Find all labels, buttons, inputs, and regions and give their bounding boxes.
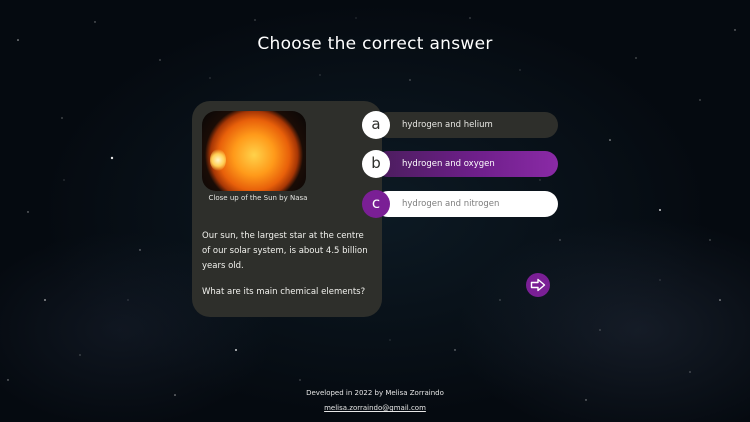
next-button[interactable] — [526, 273, 550, 297]
option-text: hydrogen and oxygen — [402, 159, 495, 169]
footer-credit: Developed in 2022 by Melisa Zorraindo — [306, 389, 444, 397]
option-letter: c — [362, 190, 390, 218]
option-text: hydrogen and nitrogen — [402, 199, 500, 209]
answer-option-c[interactable]: c hydrogen and nitrogen — [362, 190, 558, 218]
sun-image — [202, 111, 306, 191]
question-text: What are its main chemical elements? — [202, 287, 366, 297]
option-letter: b — [362, 150, 390, 178]
answer-option-b[interactable]: b hydrogen and oxygen — [362, 150, 558, 178]
email-link[interactable]: melisa.zorraindo@gmail.com — [324, 404, 426, 412]
option-letter: a — [362, 111, 390, 139]
option-text: hydrogen and helium — [402, 120, 493, 130]
solar-flare — [210, 149, 226, 171]
arrow-right-icon — [530, 278, 546, 292]
fact-text: Our sun, the largest star at the centre … — [202, 231, 368, 271]
answer-option-a[interactable]: a hydrogen and helium — [362, 111, 558, 139]
footer-email: melisa.zorraindo@gmail.com — [0, 404, 750, 412]
page-title: Choose the correct answer — [257, 34, 493, 54]
image-caption: Close up of the Sun by Nasa — [208, 194, 308, 202]
question-card: Close up of the Sun by Nasa Our sun, the… — [192, 101, 382, 317]
